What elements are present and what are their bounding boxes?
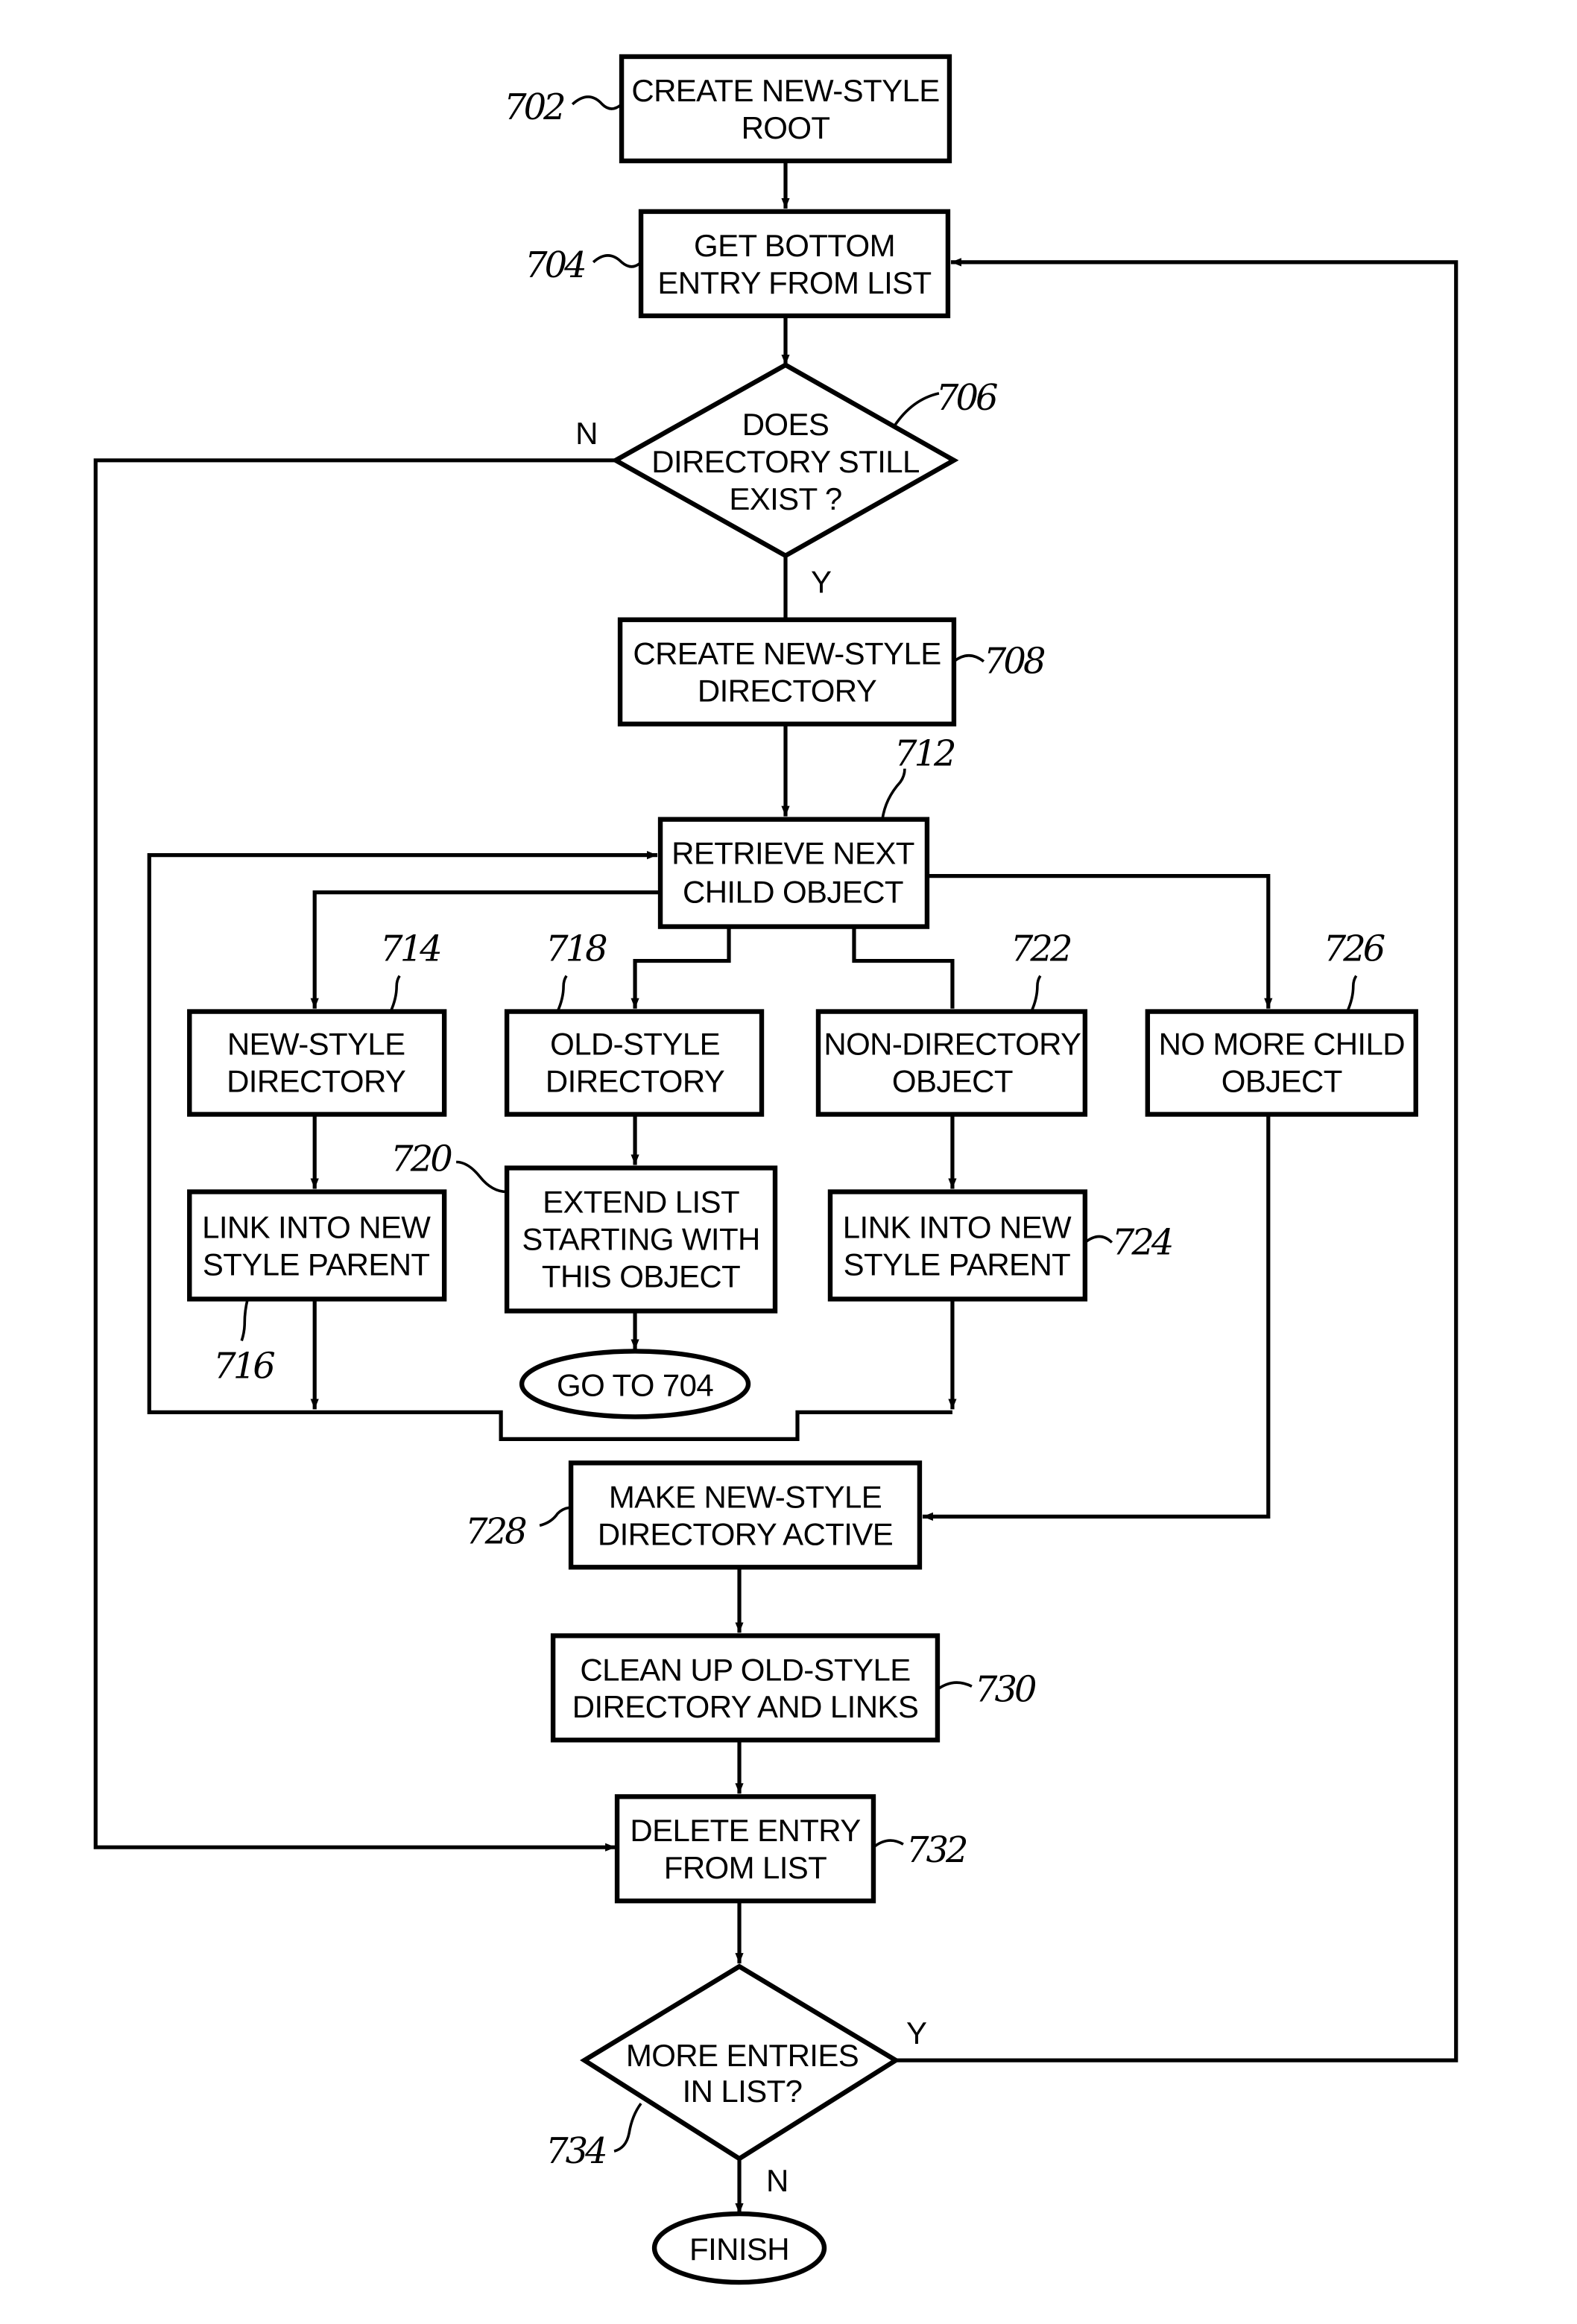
node-goto-704: GO TO 704 (519, 1349, 751, 1419)
node-finish: FINISH (651, 2211, 827, 2285)
edge-712-726 (926, 874, 1273, 1009)
node-716: LINK INTO NEW STYLE PARENT 716 (187, 1189, 447, 1387)
node-718: OLD-STYLE DIRECTORY 718 (504, 928, 765, 1117)
node-730: CLEAN UP OLD-STYLE DIRECTORY AND LINKS 7… (550, 1633, 1039, 1743)
ref-734: 734 (546, 2130, 605, 2172)
node-704-line-1: GET BOTTOM (694, 228, 895, 263)
node-724-line-1: LINK INTO NEW (843, 1209, 1072, 1244)
node-704-line-2: ENTRY FROM LIST (657, 265, 931, 300)
node-706-line-3: EXIST ? (729, 481, 841, 516)
ref-708: 708 (984, 641, 1045, 683)
node-728-line-2: DIRECTORY ACTIVE (598, 1516, 893, 1551)
ref-718: 718 (546, 928, 607, 970)
node-730-line-1: CLEAN UP OLD-STYLE (580, 1652, 910, 1687)
ref-716: 716 (213, 1345, 274, 1387)
node-720: EXTEND LIST STARTING WITH THIS OBJECT 72… (391, 1138, 778, 1314)
edge-726-728 (922, 1114, 1271, 1521)
node-720-line-2: STARTING WITH (522, 1221, 759, 1256)
node-728-line-1: MAKE NEW-STYLE (609, 1479, 882, 1514)
node-722-line-1: NON-DIRECTORY (824, 1027, 1081, 1062)
node-720-line-1: EXTEND LIST (543, 1184, 739, 1219)
edge-712-714 (310, 890, 661, 1009)
node-712: RETRIEVE NEXT CHILD OBJECT 712 (657, 733, 958, 929)
node-716-line-2: STYLE PARENT (203, 1247, 430, 1282)
node-734-line-2: IN LIST? (683, 2074, 803, 2109)
node-704: GET BOTTOM ENTRY FROM LIST 704 (525, 209, 951, 319)
node-706-line-2: DIRECTORY STILL (651, 444, 920, 479)
node-720-line-3: THIS OBJECT (542, 1258, 740, 1294)
flowchart: N Y Y N CREATE NEW-STYLE ROOT 702 GET BO… (93, 54, 1459, 2285)
node-714-line-1: NEW-STYLE (227, 1027, 405, 1062)
node-724: LINK INTO NEW STYLE PARENT 724 (827, 1189, 1175, 1302)
ref-732: 732 (906, 1829, 967, 1871)
ref-720: 720 (391, 1138, 452, 1180)
edge-706-732-no (93, 458, 616, 1852)
node-732-line-2: FROM LIST (664, 1850, 827, 1885)
edge-712-722 (852, 926, 955, 1009)
ref-702: 702 (504, 86, 564, 128)
label-734-yes: Y (906, 2016, 927, 2051)
node-714: NEW-STYLE DIRECTORY 714 (187, 928, 447, 1117)
node-708: CREATE NEW-STYLE DIRECTORY 708 (617, 617, 1048, 726)
node-726-line-2: OBJECT (1222, 1064, 1342, 1099)
node-722-line-2: OBJECT (892, 1064, 1013, 1099)
node-702-line-1: CREATE NEW-STYLE (631, 73, 939, 108)
ref-730: 730 (975, 1668, 1036, 1710)
label-706-no: N (575, 416, 598, 451)
node-724-line-2: STYLE PARENT (844, 1247, 1071, 1282)
node-706: DOES DIRECTORY STILL EXIST ? 706 (610, 362, 1000, 559)
ref-706: 706 (936, 377, 997, 419)
node-730-line-2: DIRECTORY AND LINKS (572, 1689, 918, 1724)
ref-728: 728 (465, 1510, 526, 1552)
label-734-no: N (766, 2163, 788, 2198)
ref-712: 712 (894, 733, 955, 775)
ref-704: 704 (525, 244, 584, 286)
ref-714: 714 (380, 928, 440, 970)
node-712-line-2: CHILD OBJECT (683, 875, 903, 910)
node-726: NO MORE CHILD OBJECT 726 (1145, 928, 1418, 1117)
edge-734-704-yes (895, 258, 1459, 2062)
node-734: MORE ENTRIES IN LIST? 734 (546, 1963, 901, 2172)
node-finish-label: FINISH (689, 2232, 789, 2267)
node-716-line-1: LINK INTO NEW (202, 1209, 431, 1244)
node-732: DELETE ENTRY FROM LIST 732 (614, 1794, 970, 1904)
ref-722: 722 (1011, 928, 1071, 970)
node-732-line-1: DELETE ENTRY (630, 1813, 861, 1848)
node-722: NON-DIRECTORY OBJECT 722 (815, 928, 1088, 1117)
node-712-line-1: RETRIEVE NEXT (671, 836, 914, 871)
node-708-line-2: DIRECTORY (698, 674, 877, 709)
ref-724: 724 (1112, 1221, 1172, 1263)
node-702-line-2: ROOT (742, 110, 830, 145)
label-706-yes: Y (811, 565, 832, 600)
node-718-line-2: DIRECTORY (546, 1064, 725, 1099)
node-734-line-1: MORE ENTRIES (626, 2038, 859, 2073)
node-718-line-1: OLD-STYLE (550, 1027, 720, 1062)
node-714-line-2: DIRECTORY (227, 1064, 406, 1099)
node-702: CREATE NEW-STYLE ROOT 702 (504, 54, 952, 164)
ref-726: 726 (1324, 928, 1385, 970)
node-goto-704-label: GO TO 704 (557, 1367, 713, 1402)
node-728: MAKE NEW-STYLE DIRECTORY ACTIVE 728 (465, 1460, 923, 1570)
node-706-line-1: DOES (742, 407, 829, 442)
node-708-line-1: CREATE NEW-STYLE (633, 636, 941, 671)
edge-712-718 (631, 926, 731, 1009)
node-726-line-1: NO MORE CHILD (1159, 1027, 1405, 1062)
